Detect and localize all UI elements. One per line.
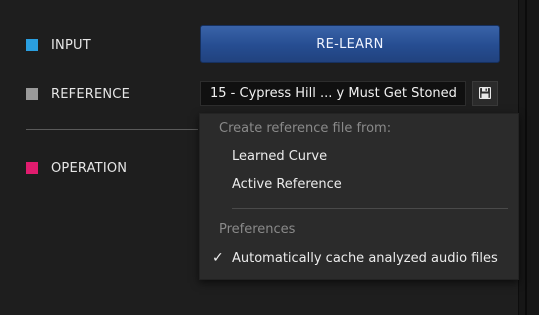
menu-item-active-reference[interactable]: Active Reference: [232, 177, 342, 192]
save-reference-button[interactable]: [472, 81, 498, 106]
checkmark-icon: ✓: [212, 250, 224, 266]
reference-color-swatch: [26, 88, 38, 100]
menu-separator: [232, 208, 508, 209]
side-scroll-area: [519, 0, 539, 315]
reference-label: REFERENCE: [51, 86, 131, 102]
relearn-button-label: RE-LEARN: [316, 36, 384, 52]
input-label: INPUT: [51, 37, 91, 53]
input-color-swatch: [26, 39, 38, 51]
operation-color-swatch: [26, 162, 38, 174]
operation-row: OPERATION: [26, 160, 127, 176]
reference-file-field[interactable]: 15 - Cypress Hill ... y Must Get Stoned: [200, 81, 466, 106]
menu-item-auto-cache[interactable]: Automatically cache analyzed audio files: [232, 251, 498, 266]
floppy-disk-icon: [478, 84, 492, 103]
menu-header-create: Create reference file from:: [219, 121, 392, 136]
operation-label: OPERATION: [51, 160, 128, 176]
section-divider: [26, 129, 198, 130]
reference-row: REFERENCE: [26, 86, 130, 102]
plugin-panel: INPUT REFERENCE OPERATION RE-LEARN 15 - …: [0, 0, 539, 315]
input-row: INPUT: [26, 37, 91, 53]
menu-header-preferences: Preferences: [219, 222, 296, 237]
scrollbar-track[interactable]: [525, 0, 527, 315]
menu-item-learned-curve[interactable]: Learned Curve: [232, 149, 327, 164]
relearn-button[interactable]: RE-LEARN: [200, 25, 500, 63]
